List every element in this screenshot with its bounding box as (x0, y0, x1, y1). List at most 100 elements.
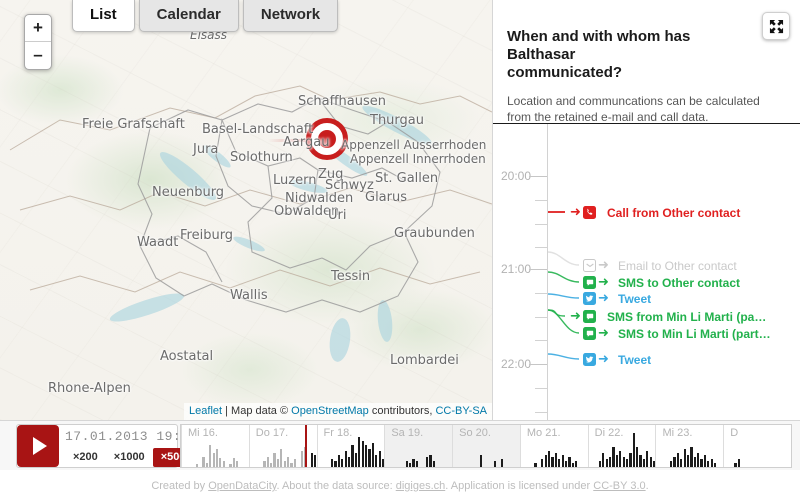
timeline-day-label: Mo 21. (526, 427, 561, 439)
timeline-histogram-bar (605, 459, 608, 467)
timeline-histogram-bar (646, 451, 649, 467)
timeline-day-column[interactable]: Mo 21. (519, 425, 588, 467)
timeline-histogram-bar (371, 443, 374, 467)
timeline-day-column[interactable]: Mi 23. (655, 425, 723, 467)
event-row[interactable]: ➜ SMS to Min Li Marti (part… (582, 325, 771, 342)
playback-bar: 17.01.2013 19:42 ×200 ×1000 ×5000 Mi 16. Do… (0, 420, 800, 470)
timeline-histogram-bar (375, 455, 378, 467)
event-label: SMS to Other contact (618, 275, 741, 290)
digiges-link[interactable]: digiges.ch (396, 480, 446, 492)
speech-bubble-icon (583, 327, 596, 340)
timeline-histogram-bar (405, 461, 408, 467)
timeline-day-label: D (730, 427, 739, 439)
event-row[interactable]: ➜ Tweet (582, 351, 651, 368)
leaflet-link[interactable]: Leaflet (189, 405, 222, 417)
timeline-histogram-bar (266, 457, 269, 467)
player-controls[interactable]: 17.01.2013 19:42 ×200 ×1000 ×5000 (16, 424, 200, 468)
timeline-day-label: Fr 18. (323, 427, 353, 439)
map-zoom-control[interactable]: + – (24, 14, 52, 70)
arrow-outgoing-icon: ➜ (598, 352, 609, 367)
timeline-histogram-bar (571, 463, 574, 467)
speed-button-1000[interactable]: ×1000 (106, 448, 153, 467)
hour-tick-minor (535, 316, 547, 318)
view-tabs[interactable]: List Calendar Network (72, 0, 339, 32)
timeline-playhead[interactable] (305, 425, 308, 467)
tab-list[interactable]: List (72, 0, 135, 32)
hour-label-2000: 20:00 (501, 169, 532, 183)
timeline-histogram-bar (212, 453, 215, 467)
expand-arrows-icon (769, 19, 783, 33)
timeline-histogram-bar (209, 445, 212, 467)
timeline-day-label: Do 17. (255, 427, 289, 439)
hour-tick-minor (535, 223, 547, 225)
timeline-histogram-bar (683, 449, 686, 467)
timeline-histogram-bar (564, 461, 568, 467)
arrow-incoming-icon: ➜ (570, 309, 581, 324)
tab-calendar[interactable]: Calendar (138, 0, 239, 32)
event-label: Call from Other contact (607, 205, 741, 220)
timeline-histogram-bar (270, 463, 273, 467)
opendatacity-link[interactable]: OpenDataCity (208, 480, 276, 492)
expand-button[interactable] (762, 12, 790, 40)
timeline-day-label: So 20. (459, 427, 491, 439)
timeline-histogram-bar (222, 461, 225, 467)
event-row[interactable]: ➜ Tweet (582, 290, 651, 307)
timeline-histogram-bar (310, 453, 313, 467)
tab-network[interactable]: Network (242, 0, 339, 32)
timeline-day-column[interactable]: D (723, 425, 791, 467)
timeline-histogram-bar (202, 457, 205, 467)
play-button[interactable] (17, 425, 59, 467)
timeline-day-column[interactable]: Sa 19. (384, 425, 453, 467)
timeline-day-label: Mi 16. (188, 427, 218, 439)
speed-button-200[interactable]: ×200 (65, 448, 106, 467)
timeline-day-column[interactable]: Di 22. (587, 425, 656, 467)
zoom-out-button[interactable]: – (25, 42, 51, 69)
timeline-histogram-bar (354, 453, 357, 467)
footer-license-link[interactable]: CC-BY 3.0 (593, 480, 645, 492)
timeline-day-column[interactable]: Fr 18. (316, 425, 385, 467)
timeline-day-label: Di 22. (594, 427, 624, 439)
timeline-histogram-bar (554, 453, 557, 467)
timeline-histogram-bar (541, 459, 544, 467)
map-panel[interactable]: + – Leaflet | Map data © OpenStreetMap c… (0, 0, 492, 420)
timeline-histogram-bar (551, 457, 554, 467)
event-row[interactable]: ➜ SMS from Min Li Marti (pa… (569, 308, 766, 325)
event-row[interactable]: ➜ Call from Other contact (569, 204, 740, 221)
timeline-histogram-bar (378, 451, 381, 467)
map-license-link[interactable]: CC-BY-SA (435, 405, 487, 417)
timeline-histogram-bar (622, 457, 625, 467)
timeline-histogram-bar (673, 457, 676, 467)
event-row[interactable]: ➜ SMS to Other contact (582, 274, 740, 291)
hour-label-2100: 21:00 (501, 262, 532, 276)
history-timeline[interactable]: Mi 16. Do 17. Fr 18. Sa 19. So 20. Mo 21. Di 2… (180, 424, 792, 468)
timeline-histogram-bar (612, 447, 615, 467)
timeline-histogram-bar (693, 457, 696, 467)
app-root: + – Leaflet | Map data © OpenStreetMap c… (0, 0, 800, 470)
timeline-histogram-bar (686, 455, 690, 467)
speech-bubble-icon (583, 310, 596, 323)
timeline-histogram-bar (219, 458, 222, 467)
timeline-day-column[interactable]: So 20. (452, 425, 520, 467)
timeline-histogram-bar (544, 455, 547, 467)
panel-header: When and with whom has Balthasar communi… (493, 0, 800, 133)
event-row[interactable]: ➜ Email to Other contact (582, 257, 737, 274)
current-position-marker[interactable] (306, 118, 348, 160)
event-label: SMS from Min Li Marti (pa… (607, 309, 767, 324)
timeline-histogram-bar (697, 453, 700, 467)
zoom-in-button[interactable]: + (25, 15, 51, 42)
timeline-histogram-bar (232, 458, 236, 467)
event-label: Tweet (618, 291, 652, 306)
timeline-day-column[interactable]: Mi 16. (181, 425, 249, 467)
hour-tick-major (529, 176, 547, 177)
attrib-contributors: contributors, (368, 405, 436, 417)
events-timeline[interactable]: 20:00 21:00 22:00 ➜ Call from Other contact… (493, 124, 800, 420)
timeline-histogram-bar (331, 459, 334, 467)
timeline-histogram-bar (273, 453, 276, 467)
timeline-histogram-bar (432, 461, 435, 467)
hour-tick-minor (535, 387, 547, 389)
osm-link[interactable]: OpenStreetMap (291, 405, 369, 417)
footer-mid2: . Application is licensed under (445, 480, 594, 492)
timeline-histogram-bar (680, 459, 683, 467)
timeline-histogram-bar (636, 447, 639, 467)
timeline-histogram-bar (558, 459, 561, 467)
